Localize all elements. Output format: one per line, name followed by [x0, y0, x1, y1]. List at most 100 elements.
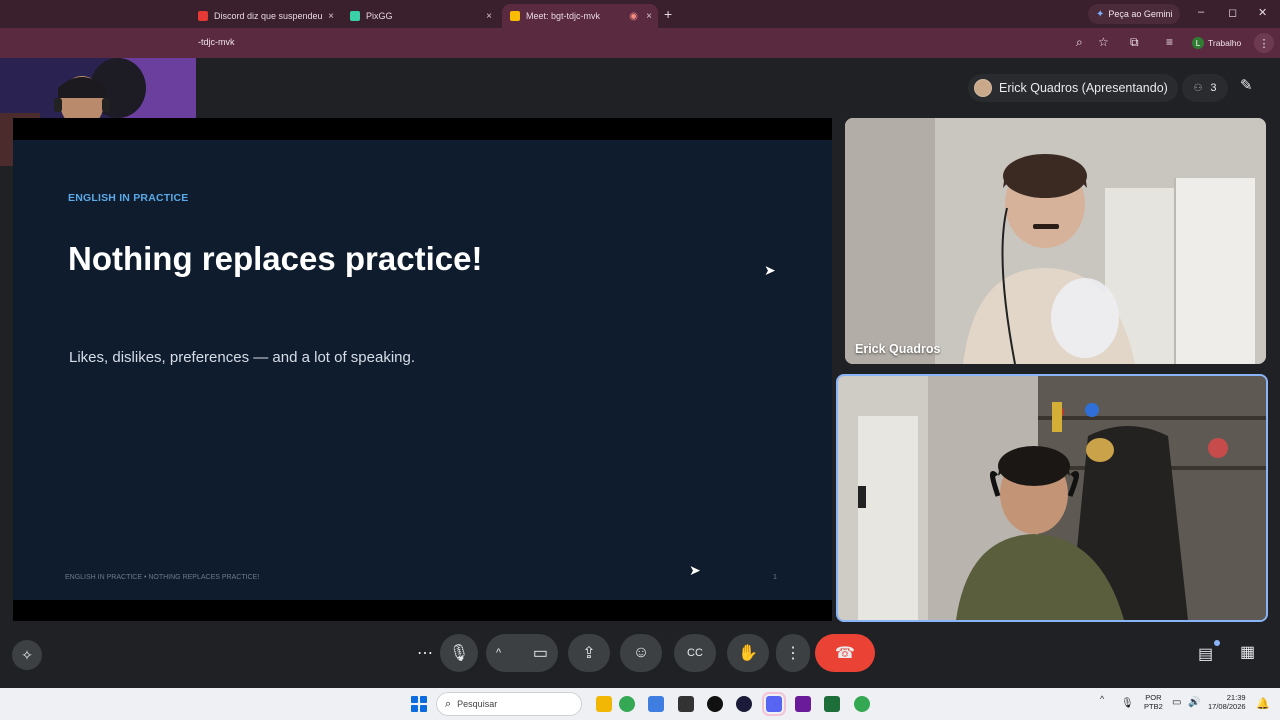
present-screen-button[interactable]: ⇪: [568, 634, 610, 672]
clock-date: 17/08/2026: [1208, 702, 1246, 711]
browser-menu-button[interactable]: ⋮: [1254, 33, 1274, 53]
app-next-icon[interactable]: [795, 696, 811, 712]
presenter-avatar: [974, 79, 992, 97]
browser-tab-strip: Discord diz que suspendeu live × PixGG ×…: [0, 0, 1280, 28]
reactions-button[interactable]: ☺: [620, 634, 662, 672]
captions-icon: CC: [687, 647, 703, 659]
meet-stage: ENGLISH IN PRACTICE Nothing replaces pra…: [0, 58, 1280, 686]
profile-button[interactable]: L Trabalho: [1192, 34, 1241, 52]
clock-time: 21:39: [1226, 693, 1246, 702]
tray-overflow-icon[interactable]: ^: [1100, 694, 1104, 704]
activities-grid-icon[interactable]: ▦: [1240, 642, 1255, 662]
participant-video: [845, 118, 1266, 364]
gemini-label: Peça ao Gemini: [1108, 9, 1173, 19]
search-icon: ⌕: [445, 697, 452, 710]
emoji-icon: ☺: [632, 644, 650, 661]
tab-discord[interactable]: Discord diz que suspendeu live ×: [190, 4, 340, 28]
slide-kicker: ENGLISH IN PRACTICE: [68, 192, 189, 204]
profile-avatar: L: [1192, 37, 1204, 49]
chrome-profile-icon[interactable]: [854, 696, 870, 712]
more-options-button[interactable]: ⋮: [776, 634, 810, 672]
self-video: [838, 376, 1266, 620]
mouse-cursor-icon: ➤: [689, 562, 701, 578]
captions-button[interactable]: CC: [674, 634, 716, 672]
profile-label: Trabalho: [1208, 38, 1242, 48]
url-field[interactable]: -tdjc-mvk: [198, 37, 235, 47]
close-tab-icon[interactable]: ×: [486, 11, 492, 22]
extensions-icon[interactable]: ⧉: [1130, 35, 1139, 50]
microphone-tray-icon[interactable]: 🎙: [1121, 698, 1134, 709]
tab-label: PixGG: [366, 11, 393, 21]
chat-notification-dot: [1214, 640, 1220, 646]
notification-bell-icon[interactable]: 🔔: [1256, 697, 1270, 710]
new-tab-button[interactable]: +: [664, 6, 672, 22]
recording-icon: ◉: [629, 10, 638, 22]
slide-title: Nothing replaces practice!: [68, 240, 483, 277]
pixgg-favicon-icon: [350, 11, 360, 21]
language-indicator[interactable]: POR PTB2: [1144, 693, 1163, 711]
gemini-button[interactable]: ✦ Peça ao Gemini: [1088, 4, 1181, 24]
presentation-slide: ENGLISH IN PRACTICE Nothing replaces pra…: [13, 140, 832, 600]
app-box-icon[interactable]: [678, 696, 694, 712]
meeting-controls: ✧ ⋯ 🎙 ^ ▭ ⇪ ☺ CC ✋ ⋮ ☎ ▤ ▦: [0, 634, 1280, 676]
edit-icon[interactable]: ✎: [1240, 76, 1253, 94]
presenter-label: Erick Quadros (Apresentando): [999, 81, 1168, 95]
search-placeholder: Pesquisar: [457, 699, 498, 709]
zoom-icon[interactable]: ⌕: [1076, 35, 1083, 50]
app-arrow-icon[interactable]: [736, 696, 752, 712]
tab-label: Discord diz que suspendeu live: [214, 11, 322, 21]
discord-icon[interactable]: [762, 692, 786, 716]
participant-count: 3: [1210, 82, 1217, 94]
leave-call-button[interactable]: ☎: [815, 634, 875, 672]
discord-news-favicon-icon: [198, 11, 208, 21]
chat-icon[interactable]: ▤: [1198, 644, 1213, 664]
keyboard-layout: PTB2: [1144, 702, 1163, 711]
chrome-icon[interactable]: [619, 696, 635, 712]
tab-label: Meet: bgt-tdjc-mvk: [526, 11, 601, 21]
raise-hand-icon: ✋: [738, 645, 758, 662]
activity-icon[interactable]: ✧: [12, 640, 42, 670]
presenter-chip[interactable]: Erick Quadros (Apresentando): [968, 74, 1178, 102]
close-window-button[interactable]: ✕: [1258, 6, 1267, 19]
microphone-button[interactable]: 🎙: [440, 634, 478, 672]
windows-taskbar: ⌕ Pesquisar ^ 🎙 POR PTB2 ▭ 🔊 21:39 17/08…: [0, 688, 1280, 720]
mouse-cursor-icon: ➤: [764, 262, 776, 278]
raise-hand-button[interactable]: ✋: [727, 634, 769, 672]
obs-icon[interactable]: [707, 696, 723, 712]
maximize-button[interactable]: ◻: [1228, 6, 1237, 19]
close-tab-icon[interactable]: ×: [646, 11, 652, 22]
taskbar-search[interactable]: ⌕ Pesquisar: [436, 692, 582, 716]
network-icon[interactable]: ▭: [1172, 697, 1181, 708]
gemini-sparkle-icon: ✦: [1096, 8, 1105, 20]
more-actions-button[interactable]: ⋯: [406, 634, 444, 672]
participants-button[interactable]: ⚇ 3: [1182, 74, 1228, 102]
terminal-icon[interactable]: [824, 696, 840, 712]
meet-favicon-icon: [510, 11, 520, 21]
hang-up-icon: ☎: [835, 645, 855, 662]
camera-icon[interactable]: ▭: [533, 643, 548, 663]
microphone-icon: 🎙: [448, 645, 470, 662]
minimize-button[interactable]: –: [1198, 6, 1204, 18]
system-clock[interactable]: 21:39 17/08/2026: [1208, 693, 1246, 711]
language-code: POR: [1145, 693, 1162, 702]
slide-page-number: 1: [773, 574, 777, 581]
address-bar: -tdjc-mvk ⌕ ☆ ⧉ ≡ L Trabalho ⋮: [0, 28, 1280, 58]
file-explorer-icon[interactable]: [596, 696, 612, 712]
people-icon: ⚇: [1193, 82, 1203, 94]
windows-start-icon[interactable]: [411, 696, 427, 712]
slide-subtitle: Likes, dislikes, preferences — and a lot…: [69, 349, 416, 366]
more-vert-icon: ⋮: [785, 645, 801, 662]
volume-icon[interactable]: 🔊: [1188, 697, 1200, 708]
camera-options-chevron-icon[interactable]: ^: [496, 647, 501, 659]
media-queue-icon[interactable]: ≡: [1166, 35, 1173, 49]
tab-meet[interactable]: Meet: bgt-tdjc-mvk ◉ ×: [502, 4, 658, 28]
camera-group[interactable]: ^ ▭: [486, 634, 558, 672]
participant-tile-erick[interactable]: Erick Quadros: [845, 118, 1266, 364]
self-view-tile[interactable]: [836, 374, 1268, 622]
bookmark-star-icon[interactable]: ☆: [1098, 35, 1109, 49]
present-screen-icon: ⇪: [582, 645, 596, 662]
app-blue-icon[interactable]: [648, 696, 664, 712]
tab-pixgg[interactable]: PixGG ×: [342, 4, 498, 28]
close-tab-icon[interactable]: ×: [328, 11, 334, 22]
participant-name: Erick Quadros: [855, 342, 941, 356]
